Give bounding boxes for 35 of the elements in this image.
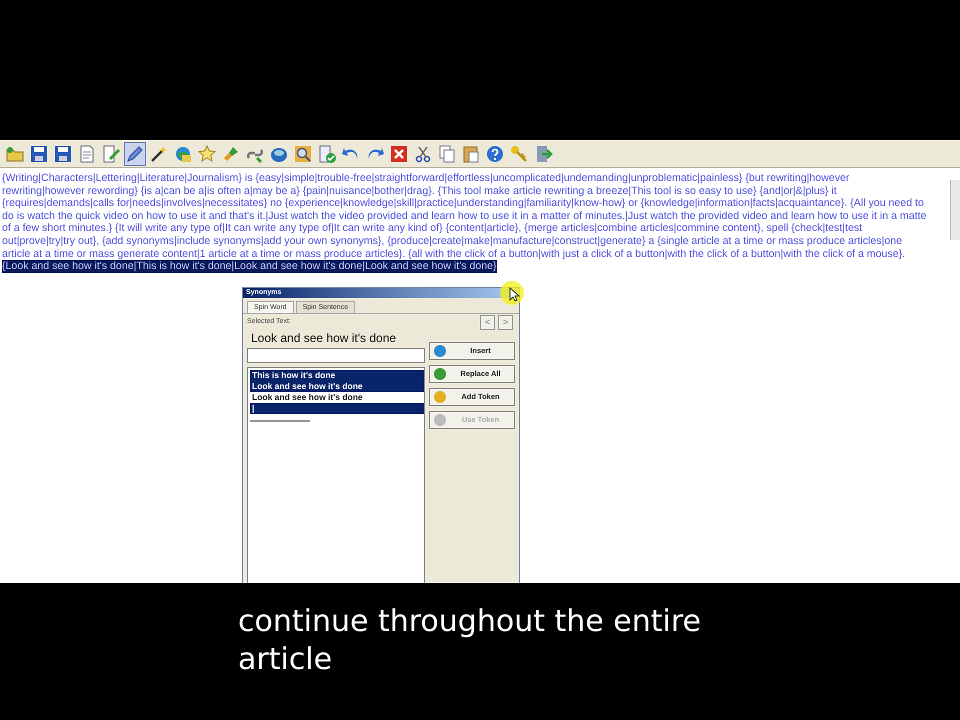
text-line: do is watch the quick video on how to use it and that's it.|Just watch the video provided and learn how to use it in a matter of minutes.|Just watch the provided video and learn how to use it in a matte xyxy=(2,210,926,222)
input-field[interactable] xyxy=(247,348,425,363)
list-item[interactable]: Look and see how it's done xyxy=(250,392,424,403)
document-check-icon xyxy=(317,144,337,164)
text-line: article at a time or mass generate content|1 article at a time or mass produce articles}. {all with the click of a button|with just a click of a button|with the click of a button|with the click of a mouse}. xyxy=(2,248,906,260)
list-item[interactable]: This is how it's done xyxy=(250,370,424,381)
pencil-icon xyxy=(125,144,145,164)
selected-text: Look and see how it's done xyxy=(251,330,398,345)
button-icon xyxy=(433,390,447,404)
magic-wand-icon xyxy=(149,144,169,164)
list-item[interactable]: Look and see how it's done xyxy=(250,380,424,392)
delete-icon xyxy=(389,144,409,164)
scrollbar[interactable] xyxy=(950,180,960,240)
button-icon xyxy=(433,412,447,427)
list-item[interactable]: | xyxy=(250,402,424,414)
key-icon xyxy=(509,144,529,164)
document-edit-icon xyxy=(101,144,121,164)
cursor-highlight-icon xyxy=(499,280,525,306)
button-icon xyxy=(433,366,447,381)
text-line: of a few short minutes.} {It will write any type of|It can write any type of|It can write any kind of} {content|article}, {merge articles|combine articles|commine content}, spell {check|test|test xyxy=(2,222,862,235)
subtitle-line: article xyxy=(238,641,334,679)
text-line: rewriting|however rewording} {is a|can be a|is often a|may be a} {pain|nuisance|bother|drag}. {This tool make article rewriting a breeze|This tool is so easy to use} {and|or|&|plus} it xyxy=(2,184,837,198)
clipboard-icon xyxy=(461,144,481,164)
star-icon xyxy=(197,144,217,164)
text-line: out|prove|try|try out}, {add synonyms|include synonyms|add your own synonyms}, {produce|create|make|manufacture|construct|generate} a {single article at a time or mass produce articles|one xyxy=(2,234,902,248)
subtitle-line: continue throughout the entire xyxy=(238,603,702,641)
magnifier-icon xyxy=(293,144,313,164)
help-icon xyxy=(485,144,505,164)
button-icon xyxy=(433,344,447,358)
copy-icon xyxy=(437,144,457,164)
text-line: {Writing|Characters|Lettering|Literature|Journalism} is {easy|simple|trouble-free|straightforward|effortless|uncomplicated|undemanding|unproblematic|painless} {but rewriting|however xyxy=(2,172,850,185)
previous-button[interactable]: < xyxy=(480,314,495,330)
next-button[interactable]: > xyxy=(498,314,513,330)
toolbar-button[interactable] xyxy=(124,142,146,166)
text-line: {requires|demands|calls for|needs|involves|necessitates} no {experience|knowledge|skill|practice|understanding|familiarity|know-how} or {knowledge|information|facts|acquaintance}. {All you need to xyxy=(2,197,924,210)
